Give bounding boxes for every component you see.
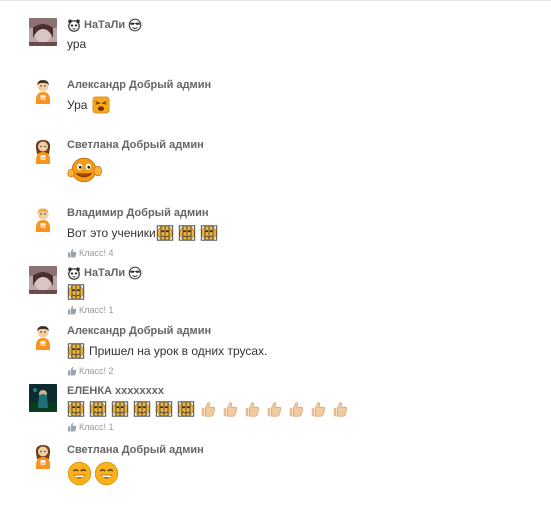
panda-icon <box>67 18 81 32</box>
thumbs-up-emoji-icon <box>331 400 349 418</box>
grinning-smiley-icon <box>67 461 92 486</box>
comment-author[interactable]: Александр Добрый админ <box>67 324 527 338</box>
caged-smiley-icon <box>67 400 85 418</box>
thumb-up-icon <box>67 422 77 432</box>
caged-smiley-icon <box>155 400 173 418</box>
thumb-up-icon <box>67 366 77 376</box>
comment-text: ура <box>67 37 87 51</box>
caged-smiley-icon <box>178 224 196 242</box>
thumb-up-icon <box>67 248 77 258</box>
waving-smiley-icon <box>67 156 103 184</box>
avatar[interactable] <box>29 138 57 166</box>
caged-smiley-icon <box>177 400 195 418</box>
top-divider <box>0 0 551 1</box>
avatar[interactable] <box>29 324 57 352</box>
caged-smiley-icon <box>111 400 129 418</box>
comment-author[interactable]: Владимир Добрый админ <box>67 206 527 220</box>
surprised-smiley-icon <box>92 96 110 114</box>
panda-icon <box>67 266 81 280</box>
avatar[interactable] <box>29 443 57 471</box>
like-counter[interactable]: Класс! 4 <box>67 248 527 258</box>
grinning-smiley-icon <box>94 461 119 486</box>
sunglasses-icon <box>128 266 142 280</box>
avatar[interactable] <box>29 18 57 46</box>
caged-smiley-icon <box>67 342 85 360</box>
avatar[interactable] <box>29 206 57 234</box>
thumbs-up-emoji-icon <box>221 400 239 418</box>
like-label: Класс! 1 <box>79 305 114 315</box>
thumbs-up-emoji-icon <box>265 400 283 418</box>
comment-author[interactable]: НаТаЛи <box>84 18 125 32</box>
like-counter[interactable]: Класс! 1 <box>67 305 527 315</box>
like-label: Класс! 1 <box>79 422 114 432</box>
thumb-up-icon <box>67 305 77 315</box>
caged-smiley-icon <box>200 224 218 242</box>
like-label: Класс! 2 <box>79 366 114 376</box>
comment-text: Ура <box>67 98 88 112</box>
caged-smiley-icon <box>67 283 85 301</box>
avatar[interactable] <box>29 266 57 294</box>
thumbs-up-emoji-icon <box>243 400 261 418</box>
comment-author[interactable]: НаТаЛи <box>84 266 125 280</box>
avatar[interactable] <box>29 384 57 412</box>
comment-author[interactable]: ЕЛЕНКА xxxxxxxx <box>67 384 527 398</box>
like-label: Класс! 4 <box>79 248 114 258</box>
like-counter[interactable]: Класс! 2 <box>67 366 527 376</box>
thumbs-up-emoji-icon <box>287 400 305 418</box>
thumbs-up-emoji-icon <box>199 400 217 418</box>
caged-smiley-icon <box>89 400 107 418</box>
caged-smiley-icon <box>156 224 174 242</box>
comment-author[interactable]: Светлана Добрый админ <box>67 138 527 152</box>
thumbs-up-emoji-icon <box>309 400 327 418</box>
sunglasses-icon <box>128 18 142 32</box>
comment-author[interactable]: Светлана Добрый админ <box>67 443 527 457</box>
caged-smiley-icon <box>133 400 151 418</box>
comment-text: Пришел на урок в одних трусах. <box>89 344 268 358</box>
avatar[interactable] <box>29 78 57 106</box>
comment-author[interactable]: Александр Добрый админ <box>67 78 527 92</box>
comment-text: Вот это ученики <box>67 226 156 240</box>
like-counter[interactable]: Класс! 1 <box>67 422 527 432</box>
